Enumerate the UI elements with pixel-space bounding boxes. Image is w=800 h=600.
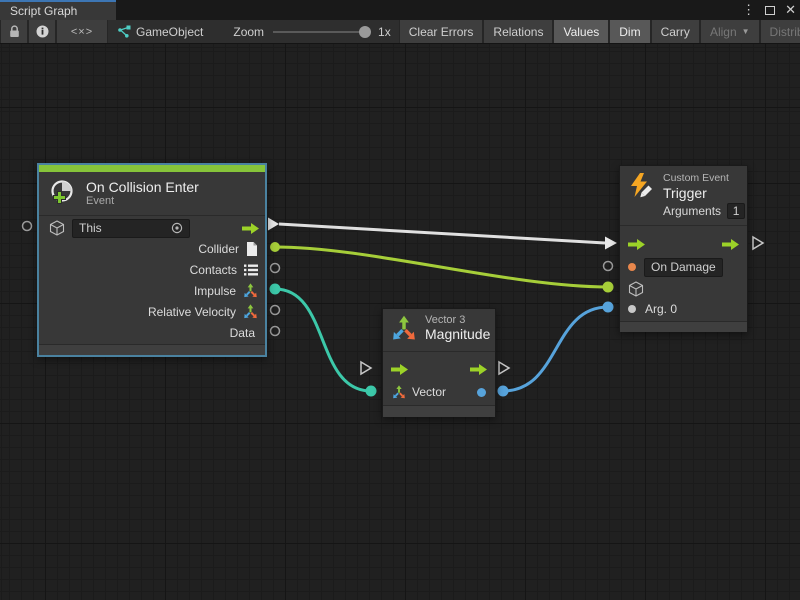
zoom-slider[interactable] [273,31,369,33]
wire-impulse[interactable] [275,289,371,391]
event-accent-bar [39,165,265,172]
clear-errors-button[interactable]: Clear Errors [399,20,484,43]
arg0-inner-port[interactable] [628,305,636,313]
target-field[interactable]: This [72,219,190,238]
event-name-inner-port[interactable] [628,263,636,271]
node-footer [620,321,747,332]
carry-button[interactable]: Carry [651,20,700,43]
values-button[interactable]: Values [553,20,609,43]
close-icon[interactable]: ✕ [785,0,796,20]
gameobject-label: GameObject [136,25,203,39]
graph-canvas[interactable]: On Collision Enter Event This [0,44,800,600]
arguments-field[interactable]: 1 [727,203,745,219]
vector-input-port[interactable] [366,386,377,397]
node-vector3-magnitude[interactable]: Vector 3 Magnitude Vector [382,308,496,417]
graph-icon [116,25,131,38]
arg0-input-port[interactable] [603,302,614,313]
align-button[interactable]: Align▼ [700,20,760,43]
relations-button[interactable]: Relations [483,20,553,43]
flow-arrow-icon [628,239,645,250]
zoom-label: Zoom [233,25,264,39]
flow-output-port-trigger[interactable] [753,237,763,249]
flow-arrow-icon [722,239,739,250]
magnitude-output-port[interactable] [498,386,509,397]
vector3-icon [391,315,417,341]
info-button[interactable] [28,20,56,43]
node-subtitle: Event [86,195,199,207]
lock-icon [9,25,20,38]
node-footer [39,344,265,355]
flow-output-port-magnitude[interactable] [499,362,509,374]
collision-event-icon [47,178,77,208]
node-on-collision-enter[interactable]: On Collision Enter Event This [37,163,267,357]
impulse-output-port[interactable] [270,284,281,295]
tab-bar: Script Graph ⋮ ✕ [0,0,800,20]
event-target-input-port[interactable] [23,222,32,231]
info-icon [36,25,49,38]
custom-event-icon [628,172,654,219]
wire-flow[interactable] [279,224,605,243]
tab-script-graph[interactable]: Script Graph [0,0,116,20]
event-name-field[interactable]: On Damage [644,258,723,277]
list-icon [244,264,258,276]
contacts-output-port[interactable] [271,264,280,273]
graph-toolbar: <×> GameObject Zoom 1x Clear Errors Rela… [0,20,800,44]
node-footer [383,405,495,417]
relative-velocity-output-port[interactable] [271,306,280,315]
vector3-icon [243,304,258,319]
cube-icon [49,220,65,236]
vector3-icon [392,385,406,399]
collider-output-port[interactable] [270,242,280,252]
arguments-label: Arguments [663,204,721,218]
window-menu-icon[interactable]: ⋮ [742,0,755,20]
flow-arrow-icon [391,364,408,375]
node-title: On Collision Enter [86,179,199,195]
code-view-button[interactable]: <×> [56,20,108,43]
magnitude-inner-port[interactable] [477,388,486,397]
graph-target[interactable]: GameObject [108,20,211,43]
data-output-port[interactable] [271,327,280,336]
node-trigger-custom-event[interactable]: Custom Event Trigger Arguments 1 [619,165,748,332]
flow-input-port-trigger[interactable] [605,237,617,250]
distribute-button[interactable]: Distribute▼ [760,20,800,43]
zoom-value: 1x [378,25,391,39]
tab-title: Script Graph [10,4,77,18]
flow-input-port-magnitude[interactable] [361,362,371,374]
object-picker-icon[interactable] [171,222,183,234]
lock-button[interactable] [0,20,28,43]
chevron-down-icon: ▼ [742,27,750,36]
wire-collider[interactable] [275,247,608,287]
flow-output-port-event[interactable] [268,218,279,231]
document-icon [246,242,258,256]
zoom-slider-knob[interactable] [359,26,371,38]
code-icon: <×> [71,26,93,38]
cube-icon [628,281,644,297]
event-name-input-port[interactable] [604,262,613,271]
node-type-label: Vector 3 [425,314,490,326]
vector3-icon [243,283,258,298]
flow-arrow-icon [242,223,259,234]
node-category: Custom Event [663,172,745,184]
node-title: Trigger [663,185,745,201]
script-graph-window: Script Graph ⋮ ✕ <×> GameObjec [0,0,800,600]
node-title: Magnitude [425,326,490,342]
zoom-control: Zoom 1x [225,20,398,43]
flow-arrow-icon [470,364,487,375]
wire-magnitude[interactable] [503,307,608,391]
maximize-icon[interactable] [765,6,775,15]
dim-button[interactable]: Dim [609,20,650,43]
target-input-port[interactable] [603,282,614,293]
